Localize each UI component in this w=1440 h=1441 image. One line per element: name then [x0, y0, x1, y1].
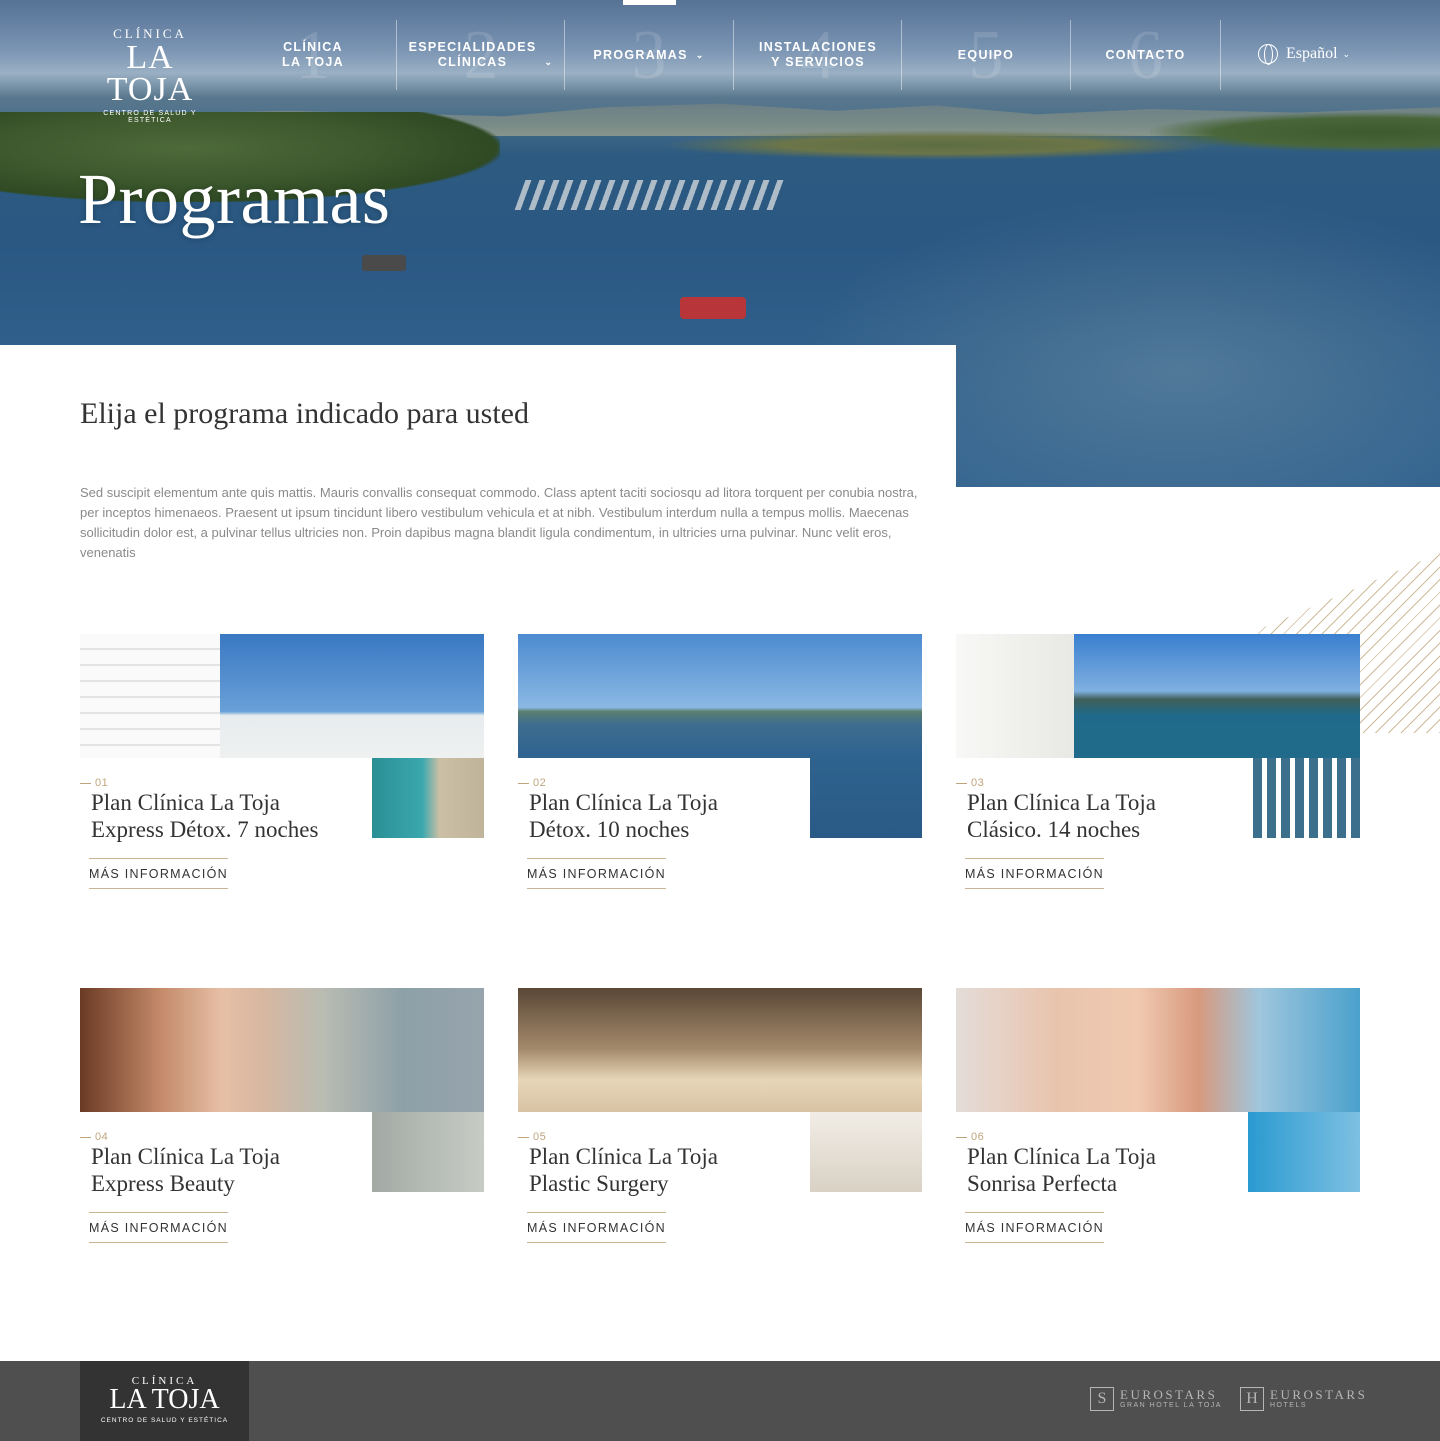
- hero-bg-island: [660, 130, 1220, 160]
- program-number: 05: [518, 1131, 546, 1143]
- nav-item-label: ESPECIALIDADES CLÍNICAS: [408, 40, 537, 69]
- program-number: 04: [80, 1131, 108, 1143]
- nav-item-especialidades[interactable]: 2 ESPECIALIDADES CLÍNICAS ⌄: [397, 20, 565, 91]
- program-card[interactable]: 03 Plan Clínica La Toja Clásico. 14 noch…: [956, 634, 1360, 896]
- program-card[interactable]: 02 Plan Clínica La Toja Détox. 10 noches…: [518, 634, 922, 896]
- nav-item-instalaciones[interactable]: 4 INSTALACIONES Y SERVICIOS: [734, 20, 902, 91]
- chevron-down-icon: ⌄: [1342, 48, 1351, 59]
- program-title[interactable]: Plan Clínica La Toja Plastic Surgery: [529, 1143, 819, 1197]
- nav-item-programas[interactable]: 3 PROGRAMAS ⌄: [565, 20, 733, 91]
- more-info-link[interactable]: MÁS INFORMACIÓN: [965, 1212, 1104, 1243]
- nav-active-indicator: [623, 0, 676, 5]
- hero-bg-boat: [362, 255, 406, 271]
- program-number: 03: [956, 777, 984, 789]
- partner-name: EUROSTARS: [1270, 1386, 1368, 1402]
- more-info-link[interactable]: MÁS INFORMACIÓN: [89, 858, 228, 889]
- more-info-link[interactable]: MÁS INFORMACIÓN: [965, 858, 1104, 889]
- page-title: Programas: [78, 159, 391, 239]
- main-nav: 1 CLÍNICA LA TOJA 2 ESPECIALIDADES CLÍNI…: [230, 0, 1230, 92]
- language-label: Español: [1286, 45, 1338, 62]
- program-title[interactable]: Plan Clínica La Toja Sonrisa Perfecta: [967, 1143, 1257, 1197]
- partner-name: EUROSTARS: [1120, 1386, 1218, 1402]
- program-title[interactable]: Plan Clínica La Toja Détox. 10 noches: [529, 789, 819, 843]
- nav-item-label: CLÍNICA LA TOJA: [282, 40, 344, 69]
- program-card[interactable]: 05 Plan Clínica La Toja Plastic Surgery …: [518, 988, 922, 1250]
- site-logo[interactable]: CLÍNICA LA TOJA CENTRO DE SALUD Y ESTÉTI…: [80, 26, 220, 124]
- partner-logo-gran-hotel[interactable]: S EUROSTARS GRAN HOTEL LA TOJA: [1090, 1387, 1222, 1411]
- program-card[interactable]: 06 Plan Clínica La Toja Sonrisa Perfecta…: [956, 988, 1360, 1250]
- eurostars-hotels-icon: H: [1240, 1387, 1264, 1411]
- program-title[interactable]: Plan Clínica La Toja Clásico. 14 noches: [967, 789, 1257, 843]
- partner-sub: HOTELS: [1270, 1401, 1308, 1409]
- intro-title: Elija el programa indicado para usted: [80, 397, 529, 430]
- logo-tagline: CENTRO DE SALUD Y ESTÉTICA: [103, 110, 197, 124]
- partner-sub: GRAN HOTEL LA TOJA: [1120, 1401, 1222, 1409]
- partner-logo-eurostars-hotels[interactable]: H EUROSTARS HOTELS: [1240, 1387, 1367, 1411]
- nav-item-label: CONTACTO: [1105, 47, 1186, 62]
- program-title[interactable]: Plan Clínica La Toja Express Beauty: [91, 1143, 381, 1197]
- program-title[interactable]: Plan Clínica La Toja Express Détox. 7 no…: [91, 789, 381, 843]
- hero-bg-shore-right: [1150, 112, 1440, 152]
- logo-name: LA TOJA: [109, 1384, 220, 1415]
- nav-item-contacto[interactable]: 6 CONTACTO: [1071, 20, 1220, 91]
- footer: CLÍNICA LA TOJA CENTRO DE SALUD Y ESTÉTI…: [0, 1361, 1440, 1441]
- hero-bg-boat-red: [680, 297, 746, 319]
- more-info-link[interactable]: MÁS INFORMACIÓN: [527, 858, 666, 889]
- more-info-link[interactable]: MÁS INFORMACIÓN: [527, 1212, 666, 1243]
- nav-item-label: INSTALACIONES Y SERVICIOS: [758, 40, 878, 69]
- globe-icon: [1258, 44, 1278, 65]
- nav-item-equipo[interactable]: 5 EQUIPO: [902, 20, 1070, 91]
- hero-bg-marina: [514, 180, 786, 210]
- chevron-down-icon: ⌄: [695, 49, 705, 60]
- nav-item-clinica[interactable]: 1 CLÍNICA LA TOJA: [230, 20, 396, 91]
- language-selector[interactable]: Español ⌄: [1258, 43, 1350, 65]
- program-number: 02: [518, 777, 546, 789]
- intro-text: Sed suscipit elementum ante quis mattis.…: [80, 485, 918, 560]
- logo-tagline: CENTRO DE SALUD Y ESTÉTICA: [100, 1417, 229, 1424]
- program-card[interactable]: 01 Plan Clínica La Toja Express Détox. 7…: [80, 634, 484, 896]
- nav-divider: [1220, 20, 1221, 90]
- footer-logo[interactable]: CLÍNICA LA TOJA CENTRO DE SALUD Y ESTÉTI…: [80, 1361, 249, 1441]
- program-number: 06: [956, 1131, 984, 1143]
- nav-item-label: EQUIPO: [957, 47, 1015, 62]
- program-number: 01: [80, 777, 108, 789]
- nav-item-label: PROGRAMAS: [593, 47, 688, 62]
- eurostars-gran-hotel-icon: S: [1090, 1387, 1114, 1411]
- more-info-link[interactable]: MÁS INFORMACIÓN: [89, 1212, 228, 1243]
- program-card[interactable]: 04 Plan Clínica La Toja Express Beauty M…: [80, 988, 484, 1250]
- logo-name: LA TOJA: [106, 39, 194, 108]
- chevron-down-icon: ⌄: [544, 57, 554, 67]
